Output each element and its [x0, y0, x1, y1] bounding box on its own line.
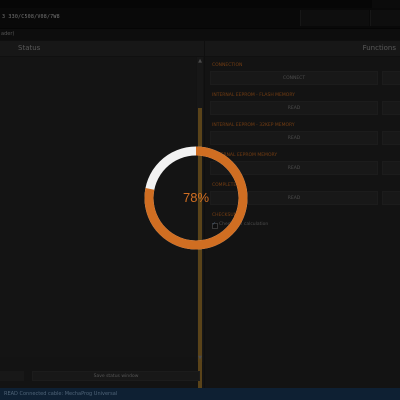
progress-indicator: 78% — [142, 144, 250, 252]
progress-percent-label: 78% — [182, 190, 210, 205]
